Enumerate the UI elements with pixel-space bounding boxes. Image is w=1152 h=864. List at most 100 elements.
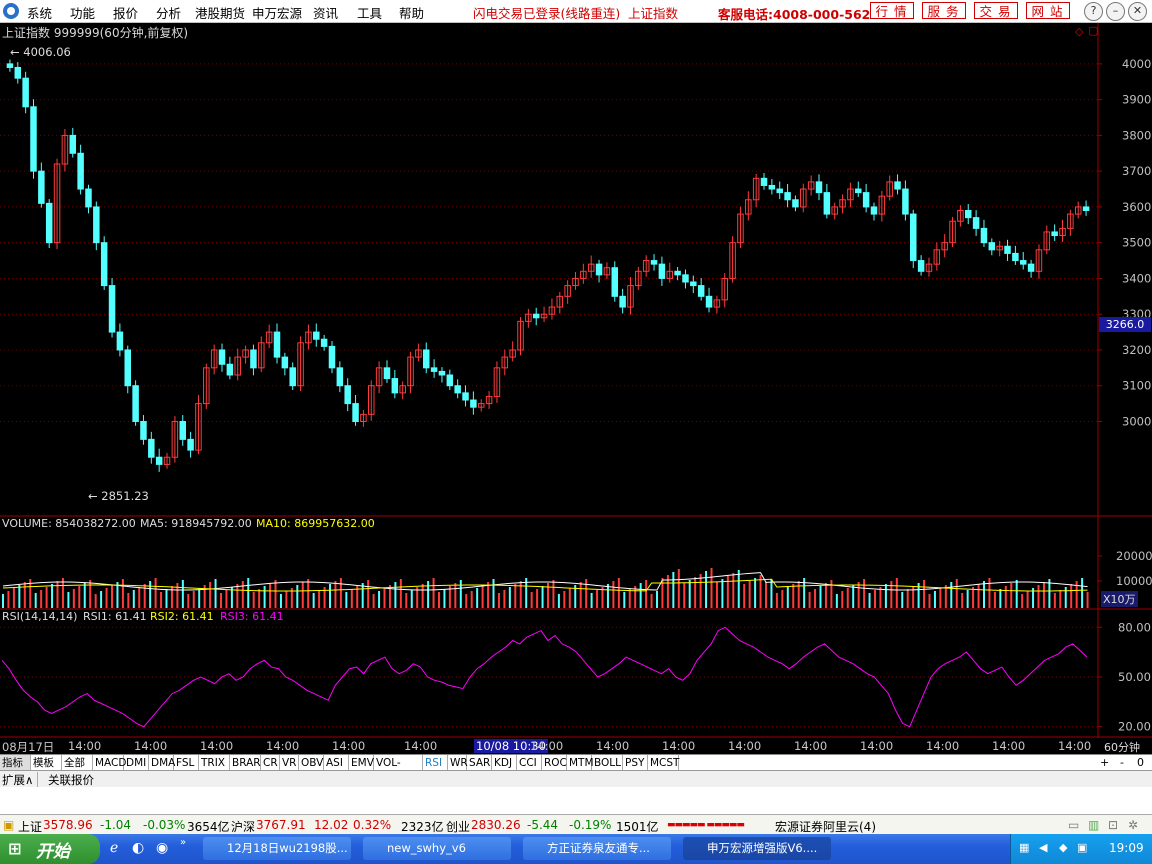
menu-help[interactable]: 帮助 (399, 3, 424, 22)
indicator-tab-obv[interactable]: OBV (299, 755, 324, 771)
tray-app-icon[interactable]: ▣ (1077, 841, 1087, 854)
notepad-icon[interactable]: ▭ (1068, 818, 1079, 832)
candle-body (155, 456, 163, 465)
extension-panel (0, 787, 1152, 814)
minus-icon[interactable]: - (1120, 756, 1124, 769)
task-swhy[interactable]: 申万宏源增强版V6.... (683, 837, 831, 860)
price-tick-label: 3800 (1122, 128, 1151, 142)
menu-hk-futures[interactable]: 港股期货 (195, 3, 245, 22)
indicator-tab-cci[interactable]: CCI (517, 755, 542, 771)
menu-system[interactable]: 系统 (27, 3, 52, 22)
indicator-tab-dmi[interactable]: DMI (124, 755, 149, 771)
tray-sound-icon[interactable]: ◀ (1039, 841, 1047, 854)
diamond-icon[interactable]: ◇ (1075, 25, 1083, 38)
candle-body (917, 260, 925, 272)
zero-button[interactable]: 0 (1137, 756, 1144, 769)
candle-body (273, 331, 281, 358)
quicklaunch-icon-2[interactable]: ◐ (132, 840, 144, 856)
price-tick-label: 4000 (1122, 57, 1151, 71)
menu-news[interactable]: 资讯 (313, 3, 338, 22)
indicator-tab-emv[interactable]: EMV (349, 755, 374, 771)
task-browser[interactable]: 12月18日wu2198股... (203, 837, 351, 860)
time-label: 14:00 (332, 739, 366, 753)
market-button[interactable]: 行情 (870, 2, 914, 19)
indicator-tab-rsi[interactable]: RSI (423, 755, 448, 771)
menu-function[interactable]: 功能 (70, 3, 95, 22)
indicator-tab-模板[interactable]: 模板 (31, 755, 62, 771)
start-button[interactable]: ⊞ 开始 (0, 834, 100, 864)
candle-body (1012, 252, 1019, 262)
high-price-label: ← 4006.06 (10, 45, 71, 59)
menu-analysis[interactable]: 分析 (156, 3, 181, 22)
candle-body (697, 285, 705, 297)
candle-body (972, 217, 980, 229)
expand-tab[interactable]: 扩展∧ (2, 772, 39, 788)
minimize-icon[interactable]: – (1106, 2, 1125, 21)
indicator-tab-trix[interactable]: TRIX (199, 755, 230, 771)
indicator-tab-psy[interactable]: PSY (623, 755, 648, 771)
ie-icon[interactable]: ℯ (110, 840, 118, 856)
settings-icon[interactable]: ✲ (1128, 818, 1138, 832)
kline-chart[interactable]: 4000390038003700360035003400330032003100… (0, 23, 1152, 738)
indicator-tab-mtm[interactable]: MTM (567, 755, 594, 771)
indicator-tab-fsl[interactable]: FSL (174, 755, 199, 771)
indicator-tab-asi[interactable]: ASI (324, 755, 349, 771)
candle-body (1019, 260, 1027, 265)
candle-body (352, 403, 359, 422)
help-icon[interactable]: ? (1084, 2, 1103, 21)
indicator-tab-roc[interactable]: ROC (542, 755, 567, 771)
indicator-tab-dma[interactable]: DMA (149, 755, 175, 771)
candle-body (454, 385, 461, 394)
task-folder[interactable]: new_swhy_v6 (363, 837, 511, 860)
rsi3-value: RSI3: 61.41 (220, 610, 284, 623)
indicator-tab-cr[interactable]: CR (261, 755, 280, 771)
candle-body (124, 349, 132, 387)
indicator-tab-指标[interactable]: 指标 (0, 755, 31, 771)
quicklaunch-icon-3[interactable]: ◉ (156, 840, 168, 856)
menu-swhy[interactable]: 申万宏源 (252, 3, 302, 22)
indicator-tab-vr[interactable]: VR (280, 755, 299, 771)
close-icon[interactable]: ✕ (1128, 2, 1147, 21)
candle-body (964, 209, 972, 219)
time-label: 14:00 (404, 739, 438, 753)
lock-icon[interactable]: ⊡ (1108, 818, 1118, 832)
menu-quote[interactable]: 报价 (113, 3, 138, 22)
tray-network-icon[interactable]: ▦ (1019, 841, 1029, 854)
trade-button[interactable]: 交易 (974, 2, 1018, 19)
task-fangzheng[interactable]: 方正证券泉友通专... (523, 837, 671, 860)
time-label: 08月17日 (2, 740, 55, 754)
indicator-tab-macd[interactable]: MACD (93, 755, 126, 771)
volume-ma10: MA10: 869957632.00 (256, 517, 375, 530)
add-icon[interactable]: + (1100, 756, 1109, 769)
service-button[interactable]: 服务 (922, 2, 966, 19)
time-label: 14:00 (530, 739, 564, 753)
sh-pct: -0.03% (143, 818, 186, 832)
indicator-tab-kdj[interactable]: KDJ (492, 755, 517, 771)
indicator-tab-mcst[interactable]: MCST (648, 755, 679, 771)
price-tick-label: 3100 (1122, 379, 1151, 393)
current-index-name: 上证指数 (628, 6, 679, 21)
website-button[interactable]: 网站 (1026, 2, 1070, 19)
indicator-tab-vol-tdx[interactable]: VOL-TDX (374, 755, 423, 785)
window-restore-icon[interactable]: ▢ (1088, 24, 1098, 37)
cy-value: 2830.26 (471, 818, 521, 832)
time-label: 14:00 (728, 739, 762, 753)
candle-body (823, 192, 831, 215)
price-tick-label: 3400 (1122, 271, 1151, 285)
candle-body (132, 385, 139, 422)
more-icon[interactable]: » (180, 837, 186, 848)
indicator-tab-boll[interactable]: BOLL (592, 755, 623, 771)
status-icon: ▣ (3, 818, 15, 832)
indicator-tab-brar[interactable]: BRAR (230, 755, 261, 771)
candle-body (462, 392, 469, 401)
indicator-tab-全部[interactable]: 全部 (62, 755, 93, 771)
indicator-tab-sar[interactable]: SAR (467, 755, 492, 771)
period-label[interactable]: 60分钟 (1104, 739, 1140, 755)
chart-area[interactable]: 4000 3900 3800 3700 3600 3500 3400 3300 3200 3100… (0, 23, 1152, 738)
tray-shield-icon[interactable]: ◆ (1059, 841, 1067, 854)
related-quote-tab[interactable]: 关联报价 (48, 772, 94, 788)
menu-tools[interactable]: 工具 (357, 3, 382, 22)
volume-unit: X10万 (1101, 591, 1138, 607)
indicator-tab-wr[interactable]: WR (448, 755, 468, 771)
time-label: 14:00 (992, 739, 1026, 753)
